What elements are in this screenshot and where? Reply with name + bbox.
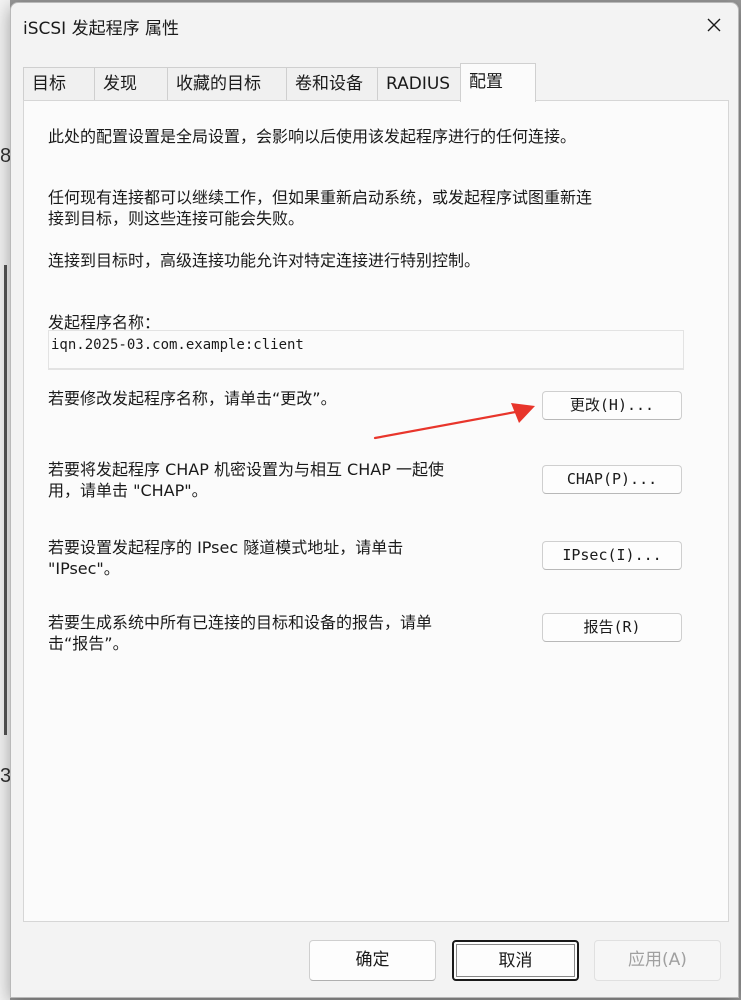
change-button[interactable]: 更改(H)... bbox=[542, 391, 682, 420]
close-icon bbox=[707, 18, 721, 32]
ipsec-text-line2: "IPsec"。 bbox=[48, 559, 120, 578]
report-text-line1: 若要生成系统中所有已连接的目标和设备的报告，请单 bbox=[48, 613, 433, 632]
tab-discovery[interactable]: 发现 bbox=[94, 67, 168, 101]
title-bar[interactable]: iSCSI 发起程序 属性 bbox=[11, 3, 738, 47]
change-name-text: 若要修改发起程序名称，请单击“更改”。 bbox=[48, 389, 337, 408]
intro-text: 此处的配置设置是全局设置，会影响以后使用该发起程序进行的任何连接。 bbox=[48, 127, 577, 146]
chap-text-line1: 若要将发起程序 CHAP 机密设置为与相互 CHAP 一起使 bbox=[48, 460, 444, 479]
tab-targets[interactable]: 目标 bbox=[23, 67, 95, 101]
tab-volumes-devices[interactable]: 卷和设备 bbox=[286, 67, 378, 101]
close-button[interactable] bbox=[696, 9, 732, 41]
cancel-button[interactable]: 取消 bbox=[452, 940, 579, 981]
tab-configuration[interactable]: 配置 bbox=[460, 63, 536, 102]
ok-button[interactable]: 确定 bbox=[309, 940, 436, 981]
chap-text-line2: 用，请单击 "CHAP"。 bbox=[48, 481, 208, 500]
report-text-line2: 击“报告”。 bbox=[48, 634, 129, 653]
configuration-panel: 此处的配置设置是全局设置，会影响以后使用该发起程序进行的任何连接。 任何现有连接… bbox=[23, 100, 729, 922]
chap-button[interactable]: CHAP(P)... bbox=[542, 465, 682, 494]
ipsec-button[interactable]: IPsec(I)... bbox=[542, 541, 682, 570]
advanced-text: 连接到目标时，高级连接功能允许对特定连接进行特别控制。 bbox=[48, 251, 481, 270]
note-text-line2: 接到目标，则这些连接可能会失败。 bbox=[48, 209, 305, 228]
window-title: iSCSI 发起程序 属性 bbox=[23, 19, 179, 39]
red-arrow-annotation bbox=[373, 403, 535, 440]
ipsec-text-line1: 若要设置发起程序的 IPsec 隧道模式地址，请单击 bbox=[48, 538, 404, 557]
background-app-edge: 8 3 bbox=[0, 0, 11, 1000]
note-text-line1: 任何现有连接都可以继续工作，但如果重新启动系统，或发起程序试图重新连 bbox=[48, 188, 593, 207]
background-divider bbox=[4, 265, 7, 735]
initiator-name-field[interactable]: iqn.2025-03.com.example:client bbox=[48, 330, 684, 370]
iscsi-properties-dialog: iSCSI 发起程序 属性 目标 发现 收藏的目标 卷和设备 RADIUS 配置… bbox=[10, 2, 739, 998]
tab-favorite-targets[interactable]: 收藏的目标 bbox=[167, 67, 287, 101]
apply-button[interactable]: 应用(A) bbox=[594, 940, 721, 981]
tab-radius[interactable]: RADIUS bbox=[377, 67, 461, 101]
report-button[interactable]: 报告(R) bbox=[542, 613, 682, 642]
